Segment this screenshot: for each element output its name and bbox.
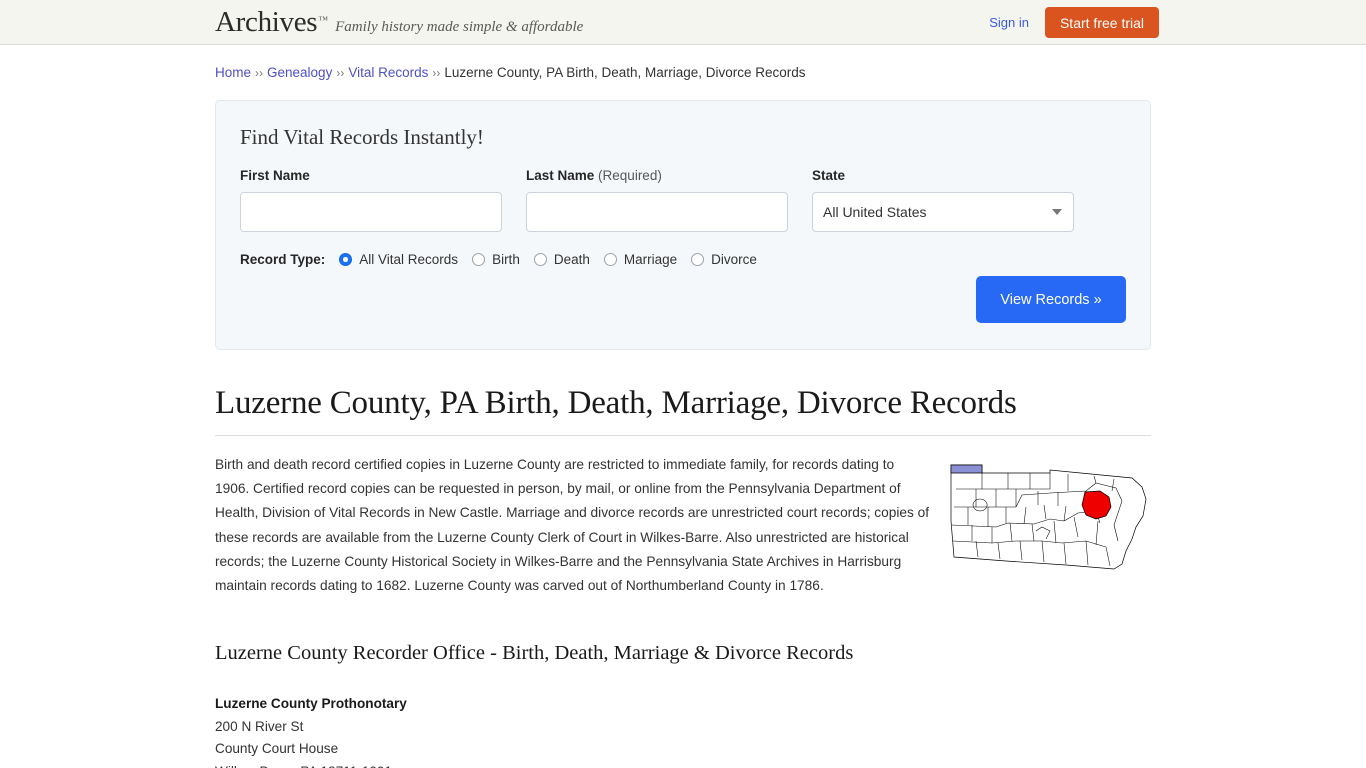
state-label: State xyxy=(812,168,846,183)
radio-icon-marriage[interactable] xyxy=(603,253,617,266)
breadcrumb-separator: ›› xyxy=(255,66,264,80)
search-panel-title: Find Vital Records Instantly! xyxy=(240,125,484,149)
brand-tagline: Family history made simple & affordable xyxy=(335,19,584,35)
last-name-field-group: Last Name (Required) xyxy=(526,168,788,232)
record-type-option-birth-label: Birth xyxy=(492,252,520,267)
first-name-label: First Name xyxy=(240,168,310,183)
office-building: County Court House xyxy=(215,741,339,757)
last-name-label: Last Name (Required) xyxy=(526,168,788,183)
office-street: 200 N River St xyxy=(215,718,304,734)
last-name-required-note: (Required) xyxy=(598,168,662,183)
start-free-trial-button[interactable]: Start free trial xyxy=(1044,7,1159,38)
office-name: Luzerne County Prothonotary xyxy=(215,696,407,712)
record-type-option-divorce[interactable]: Divorce xyxy=(691,252,757,267)
brand-name: Archives xyxy=(215,6,318,38)
state-selected-value: All United States xyxy=(823,204,927,220)
first-name-input[interactable] xyxy=(240,192,502,232)
breadcrumb-item-vital-records[interactable]: Vital Records xyxy=(348,65,428,80)
record-type-option-divorce-label: Divorce xyxy=(711,252,757,267)
last-name-input[interactable] xyxy=(526,192,788,232)
record-type-option-birth[interactable]: Birth xyxy=(472,252,520,267)
pennsylvania-county-map xyxy=(946,461,1151,577)
record-type-option-death-label: Death xyxy=(553,252,590,267)
record-type-option-marriage[interactable]: Marriage xyxy=(603,252,678,267)
recorder-office-address: Luzerne County Prothonotary 200 N River … xyxy=(215,693,1151,768)
view-records-button[interactable]: View Records » xyxy=(976,276,1126,323)
record-type-option-marriage-label: Marriage xyxy=(623,252,678,267)
page-title: Luzerne County, PA Birth, Death, Marriag… xyxy=(215,385,1017,421)
recorder-office-section-title: Luzerne County Recorder Office - Birth, … xyxy=(215,642,854,665)
last-name-label-text: Last Name xyxy=(526,168,595,183)
first-name-field-group: First Name xyxy=(240,168,502,232)
radio-icon-death[interactable] xyxy=(533,253,547,266)
header-actions: Sign in Start free trial xyxy=(989,0,1159,45)
breadcrumb-item-home[interactable]: Home xyxy=(215,65,251,80)
brand-logo[interactable]: Archives ™ Family history made simple & a… xyxy=(215,8,583,37)
breadcrumb: Home ›› Genealogy ›› Vital Records ›› Luzerne … xyxy=(215,45,1151,82)
breadcrumb-separator: ›› xyxy=(336,66,345,80)
record-type-option-all-label: All Vital Records xyxy=(359,252,459,267)
title-divider xyxy=(215,435,1151,436)
record-type-option-death[interactable]: Death xyxy=(533,252,590,267)
county-description-area: Birth and death record certified copies … xyxy=(215,453,1151,598)
radio-icon-all[interactable] xyxy=(339,253,353,266)
breadcrumb-item-genealogy[interactable]: Genealogy xyxy=(267,65,332,80)
record-type-label: Record Type: xyxy=(240,252,326,267)
vital-records-search-panel: Find Vital Records Instantly! First Name… xyxy=(215,100,1151,350)
sign-in-link[interactable]: Sign in xyxy=(989,15,1029,30)
radio-icon-divorce[interactable] xyxy=(691,253,705,266)
trademark-symbol: ™ xyxy=(318,15,329,26)
state-field-group: State All United States xyxy=(812,168,1074,232)
record-type-option-all[interactable]: All Vital Records xyxy=(339,252,458,267)
office-city-state-zip: Wilkes-Barre, PA 18711-1001 xyxy=(215,761,1151,768)
site-header: Archives ™ Family history made simple & a… xyxy=(0,0,1366,45)
breadcrumb-item-current: Luzerne County, PA Birth, Death, Marriag… xyxy=(444,65,806,80)
luzerne-county-highlight xyxy=(1081,490,1112,520)
radio-icon-birth[interactable] xyxy=(472,253,486,266)
breadcrumb-separator: ›› xyxy=(432,66,441,80)
record-type-group: Record Type: All Vital Records Birth Dea… xyxy=(240,252,1126,267)
search-fields-row: First Name Last Name (Required) State Al… xyxy=(240,168,1126,232)
state-select[interactable]: All United States xyxy=(812,192,1074,232)
